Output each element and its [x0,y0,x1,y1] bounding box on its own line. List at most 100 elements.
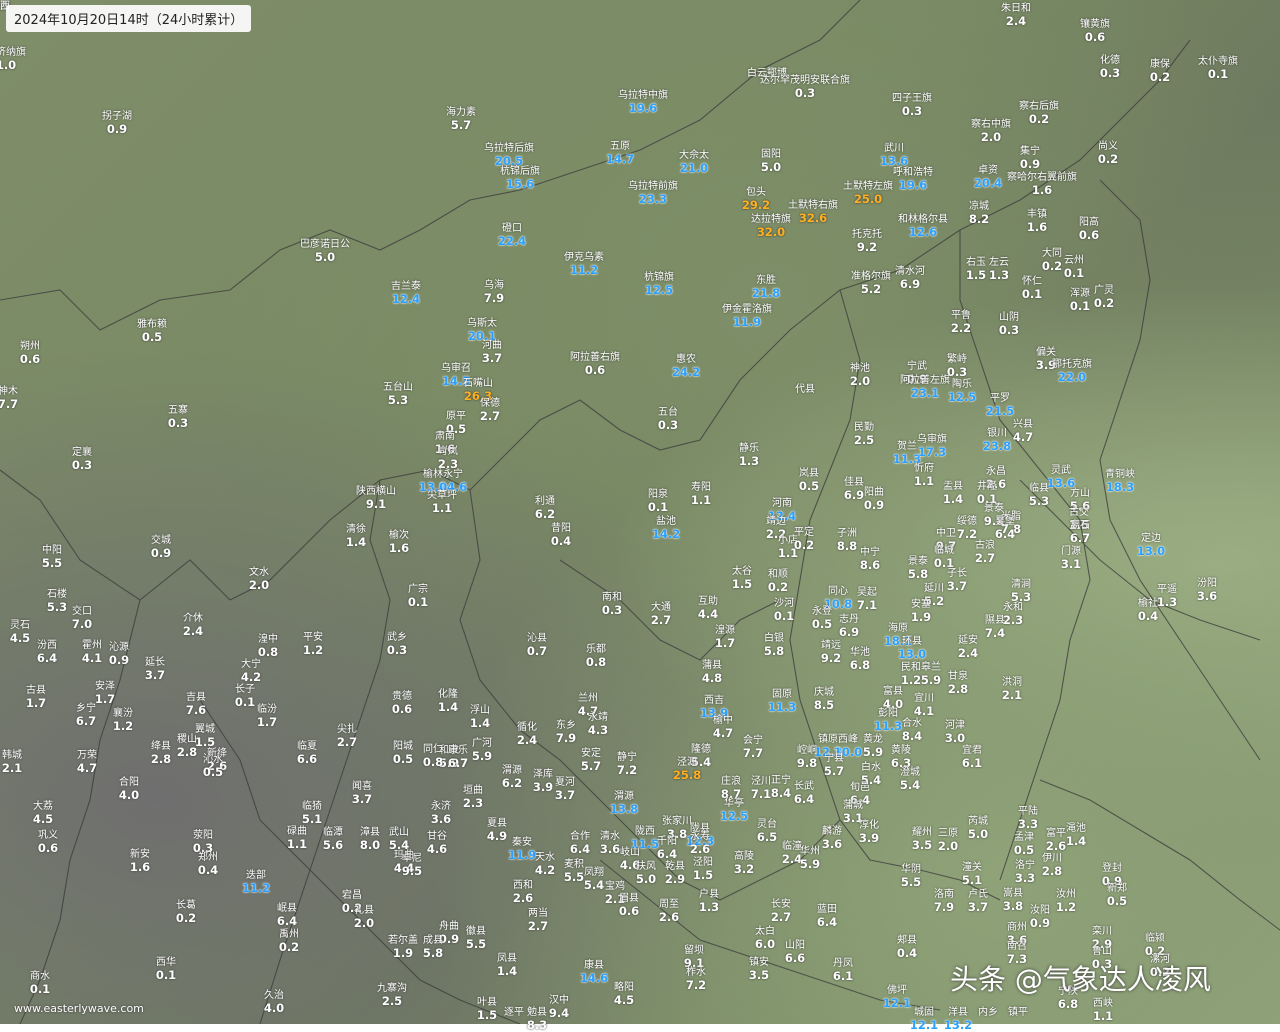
station-value: 0.1 [1207,67,1229,81]
station-value: 7.6 [185,703,207,717]
station: 凤翔 5.4 [584,866,604,892]
station: 定边 13.0 [1137,532,1165,558]
station: 天水 4.2 [535,851,555,877]
station: 青铜峡 18.3 [1105,468,1135,494]
station-value: 2.5 [853,433,875,447]
station-value: 13.0 [897,647,927,661]
station-value: 1.4 [1065,834,1087,848]
station: 渭源 6.2 [502,764,522,790]
station: 固原 11.3 [768,688,796,714]
station: 平遥 1.3 [1157,583,1177,609]
station-value: 0.5 [392,752,414,766]
station: 凉城 8.2 [969,200,989,226]
station-value: 2.6 [512,891,534,905]
station-value: 3.6 [1196,589,1218,603]
station-value: 9.5 [401,864,423,878]
station: 尚义 0.2 [1098,140,1118,166]
station: 叶县 1.5 [477,996,497,1022]
station: 乌审旗 17.3 [917,433,947,459]
station-value: 2.9 [664,872,686,886]
station: 神木 7.7 [0,385,18,411]
station: 清水 3.6 [600,830,620,856]
station-value: 0.3 [167,416,189,430]
rainfall-map[interactable]: 朱日和2.4镶黄旗0.6化德0.3康保0.2太仆寺旗0.1额济纳旗1.0白云鄂博… [0,0,1280,1032]
station-value: 5.3 [1028,494,1050,508]
station: 麟游 3.6 [822,825,842,851]
station: 平鲁 2.2 [951,309,971,335]
station-value: 6.4 [36,651,58,665]
station: 宜君 6.1 [962,744,982,770]
station: 孟津 0.5 [1014,831,1034,857]
station: 襄汾 1.2 [113,707,133,733]
station-value: 12.5 [719,809,749,823]
station-value: 1.2 [1055,900,1077,914]
station: 佳县 6.9 [844,476,864,502]
station: 彭阳 11.3 [874,707,902,733]
station: 东乡 7.9 [556,719,576,745]
station-value: 14.6 [579,971,609,985]
station: 互助 4.4 [698,595,718,621]
station: 沁县 0.7 [527,632,547,658]
station: 万荣 4.7 [77,749,97,775]
station: 清徐 1.4 [346,523,366,549]
station: 黄龙 5.9 [863,733,883,759]
station: 灵台 6.5 [757,818,777,844]
station: 稷山 2.8 [177,733,197,759]
station-value: 0.1 [773,609,795,623]
station: 泾源 25.8 [673,756,701,782]
station: 沙河 0.1 [774,597,794,623]
station: 岷县 6.4 [277,902,297,928]
station-value: 4.0 [118,788,140,802]
station: 磴口 22.4 [498,222,526,248]
station: 山阳 6.6 [785,939,805,965]
station: 甘谷 4.6 [427,830,447,856]
station: 隰县 7.4 [985,614,1005,640]
station: 盐池 14.2 [652,515,680,541]
station-value: 4.7 [76,761,98,775]
station-value: 22.4 [497,234,527,248]
station-value: 2.7 [650,613,672,627]
station: 榆社 0.4 [1138,597,1158,623]
station-value: 0.2 [1041,259,1063,273]
station-value: 18.3 [1105,480,1135,494]
station-value: 8.2 [968,212,990,226]
station-value: 8.0 [359,838,381,852]
station: 长安 2.7 [771,898,791,924]
station: 寿阳 1.1 [691,481,711,507]
station: 杭锦旗 12.5 [644,271,674,297]
source-credit[interactable]: www.easterlywave.com [14,1002,144,1015]
station: 千阳 6.4 [657,835,677,861]
station-value: 0.1 [1069,299,1091,313]
station: 忻府 1.1 [914,462,934,488]
station: 包头 29.2 [742,186,770,212]
station-value: 8.3 [526,1018,548,1032]
station: 永靖 4.3 [588,711,608,737]
station-value: 9.8 [796,756,818,770]
station: 洛宁 3.3 [1015,859,1035,885]
station-value: 0.8 [585,655,607,669]
station-value: 0.9 [108,653,130,667]
station: 环县 13.0 [898,635,926,661]
station-value: 3.6 [821,837,843,851]
station: 中宁 8.6 [860,546,880,572]
station-value: 6.9 [838,625,860,639]
station-value: 2.8 [1041,864,1063,878]
station: 沁水 0.5 [203,753,223,779]
station-value: 21.8 [751,286,781,300]
station-value: 12.5 [644,283,674,297]
station-value: 0.2 [1028,112,1050,126]
station: 太白 6.0 [755,925,775,951]
station: 漳县 8.0 [360,826,380,852]
station: 宜川 4.1 [914,692,934,718]
station-value: 1.4 [469,716,491,730]
station: 略阳 4.5 [614,981,634,1007]
station-value: 3.7 [554,788,576,802]
station-value: 0.1 [647,500,669,514]
station: 固阳 5.0 [761,148,781,174]
station: 太谷 1.5 [732,565,752,591]
station: 和顺 0.2 [768,568,788,594]
station-value: 1.3 [738,454,760,468]
station: 交城 0.9 [151,534,171,560]
station: 文水 2.0 [249,566,269,592]
station-value: 6.1 [832,969,854,983]
